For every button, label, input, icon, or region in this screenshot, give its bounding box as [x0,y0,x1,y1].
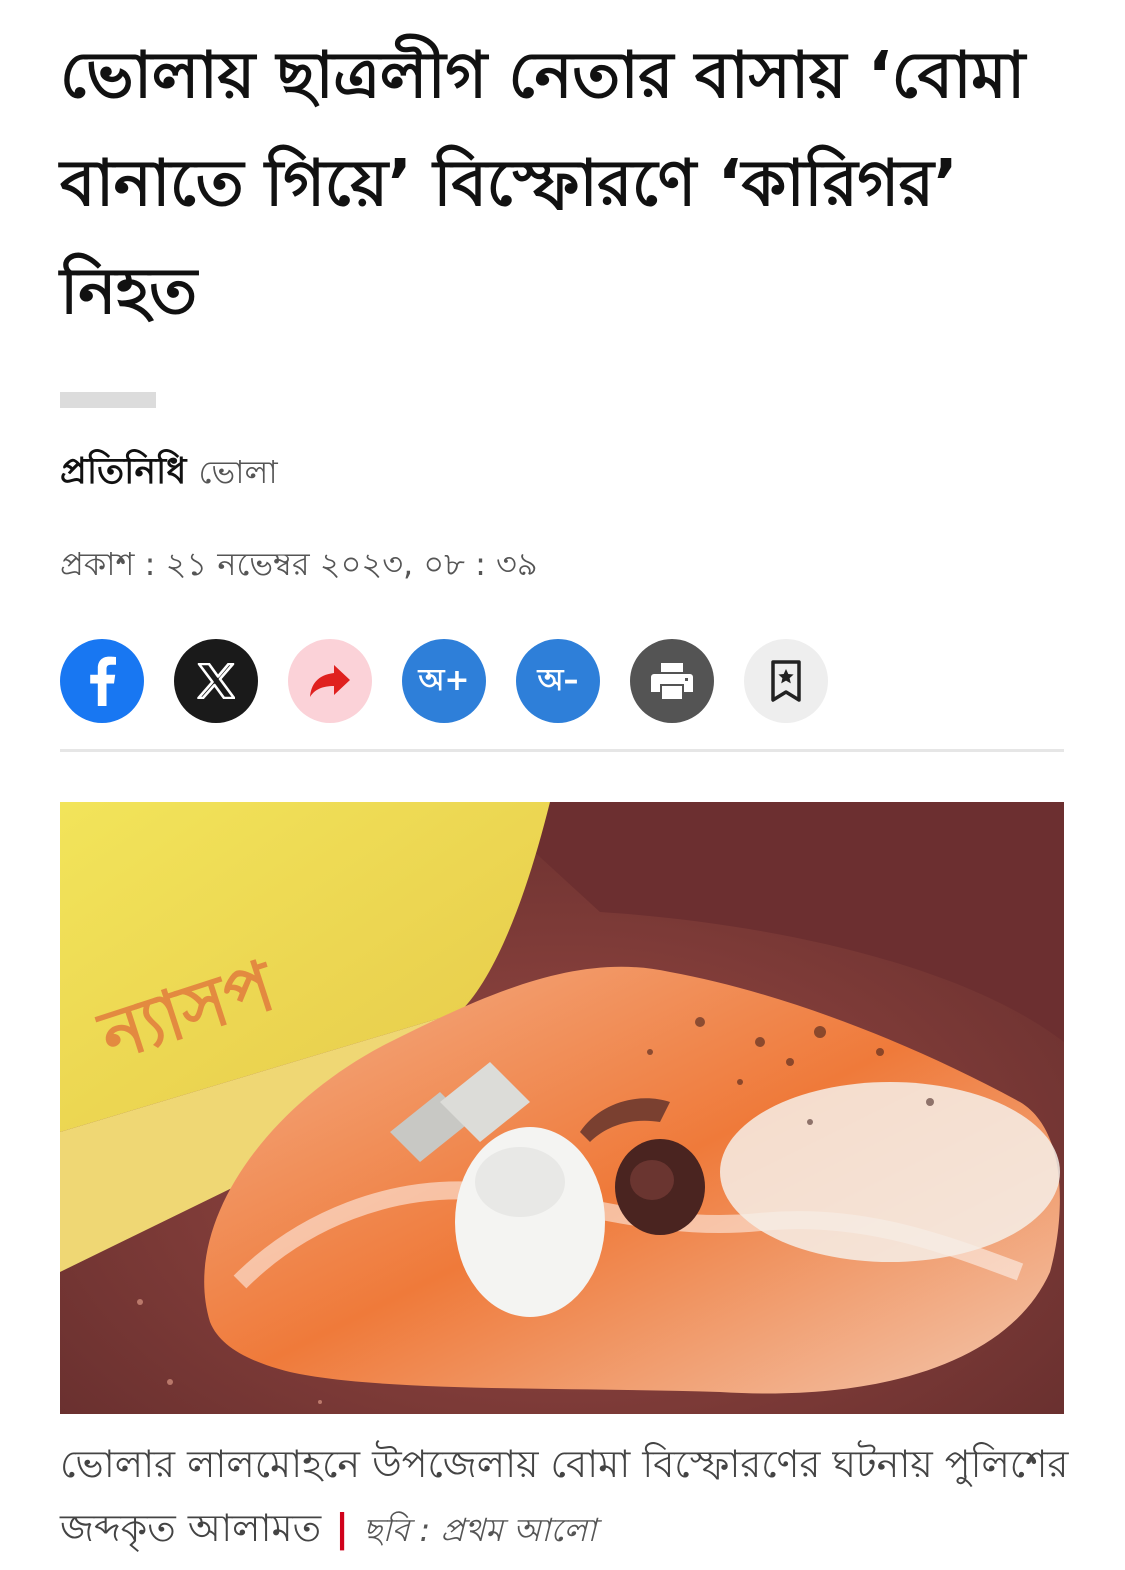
evidence-photo-illustration: ন্যাসপ [60,802,1064,1414]
x-icon [197,663,235,699]
x-share-button[interactable] [174,639,258,723]
byline-location: ভোলা [198,453,278,491]
caption-separator: | [335,1506,350,1550]
bookmark-icon [771,660,801,702]
print-button[interactable] [630,639,714,723]
share-toolbar: অ+ অ– [60,639,828,723]
headline-divider [60,392,156,408]
font-decrease-button[interactable]: অ– [516,639,600,723]
bookmark-button[interactable] [744,639,828,723]
byline: প্রতিনিধি ভোলা [60,448,278,496]
print-icon [651,663,693,699]
published-date: প্রকাশ : ২১ নভেম্বর ২০২৩, ০৮ : ৩৯ [60,545,538,583]
photo-credit: ছবি : প্রথম আলো [363,1511,597,1549]
article-photo: ন্যাসপ [60,802,1064,1414]
facebook-share-button[interactable] [60,639,144,723]
byline-author[interactable]: প্রতিনিধি [60,451,186,492]
share-divider [60,749,1064,752]
photo-caption: ভোলার লালমোহনে উপজেলায় বোমা বিস্ফোরণের … [60,1432,1070,1562]
share-button[interactable] [288,639,372,723]
article-headline: ভোলায় ছাত্রলীগ নেতার বাসায় ‘বোমা বানাত… [60,39,1025,329]
font-increase-button[interactable]: অ+ [402,639,486,723]
share-arrow-icon [310,665,350,697]
facebook-icon [90,656,116,706]
